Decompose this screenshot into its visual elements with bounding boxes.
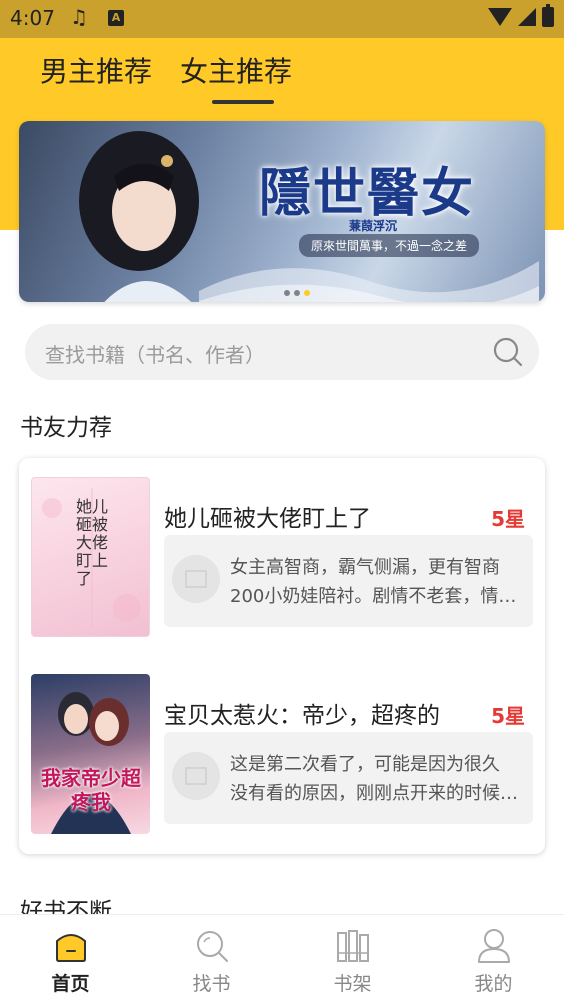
book-review: 女主高智商，霸气侧漏，更有智商 200小奶娃陪衬。剧情不老套，情… <box>164 535 533 627</box>
tab-label: 男主推荐 <box>40 55 153 88</box>
bookshelf-icon <box>336 930 369 962</box>
nav-label: 首页 <box>51 973 90 995</box>
wifi-icon <box>488 8 512 26</box>
search-icon[interactable] <box>493 337 523 367</box>
banner-tagline: 原來世間萬事，不過一念之差 <box>299 234 480 257</box>
cover-title: 她儿砸被大佬盯上了 <box>76 497 109 588</box>
carousel-dot[interactable] <box>284 290 290 296</box>
search-icon <box>196 931 228 962</box>
banner-title: 隱世醫女 <box>259 163 476 224</box>
banner-carousel[interactable]: 隱世醫女 蒹葭浮沉 原來世間萬事，不過一念之差 <box>19 121 545 302</box>
book-title: 她儿砸被大佬盯上了 <box>164 506 371 532</box>
nav-home[interactable]: 首页 <box>0 915 141 1002</box>
tab-label: 女主推荐 <box>180 55 293 88</box>
book-item[interactable]: 她儿砸被大佬盯上了 她儿砸被大佬盯上了 5星 女主高智商，霸气侧漏，更有智商 2… <box>31 477 533 637</box>
status-indicators <box>488 4 554 27</box>
nav-label: 找书 <box>192 973 231 995</box>
review-line: 这是第二次看了，可能是因为很久 <box>230 754 500 775</box>
cover-title: 我家帝少超疼我 <box>41 766 141 814</box>
book-rating: 5星 <box>491 507 525 531</box>
carousel-dot[interactable] <box>294 290 300 296</box>
banner-author: 蒹葭浮沉 <box>349 219 398 233</box>
recommend-card: 她儿砸被大佬盯上了 她儿砸被大佬盯上了 5星 女主高智商，霸气侧漏，更有智商 2… <box>19 458 545 854</box>
battery-icon <box>542 4 554 27</box>
reviewer-avatar-icon <box>172 752 220 800</box>
nav-label: 书架 <box>333 973 372 995</box>
signal-icon <box>518 8 536 26</box>
search-input[interactable]: 查找书籍（书名、作者） <box>25 324 539 380</box>
review-line: 200小奶娃陪衬。剧情不老套，情… <box>230 586 517 607</box>
review-text: 女主高智商，霸气侧漏，更有智商 200小奶娃陪衬。剧情不老套，情… <box>230 553 522 611</box>
status-time: 4:07 <box>10 6 55 30</box>
tab-female-recommend[interactable]: 女主推荐 <box>180 50 292 104</box>
bottom-nav: 首页 找书 书架 我的 <box>0 914 564 1002</box>
home-icon <box>55 934 86 962</box>
music-note-icon: ♫ <box>70 5 88 29</box>
status-bar: 4:07 ♫ A <box>0 0 564 38</box>
carousel-dot-active[interactable] <box>304 290 310 296</box>
book-review: 这是第二次看了，可能是因为很久 没有看的原因，刚刚点开来的时候… <box>164 732 533 824</box>
nav-bookshelf[interactable]: 书架 <box>282 915 423 1002</box>
nav-profile[interactable]: 我的 <box>423 915 564 1002</box>
book-cover: 我家帝少超疼我 <box>31 674 150 834</box>
app-root: 4:07 ♫ A 男主推荐 女主推荐 隱世醫女 蒹葭浮沉 原來世間萬事，不過一念… <box>0 0 564 1002</box>
carousel-indicator <box>284 290 310 296</box>
book-rating: 5星 <box>491 704 525 728</box>
profile-icon <box>477 929 510 963</box>
recommend-tabs: 男主推荐 女主推荐 <box>40 50 292 104</box>
search-placeholder: 查找书籍（书名、作者） <box>45 343 265 367</box>
nav-label: 我的 <box>474 973 513 995</box>
notification-icon: A <box>108 10 124 26</box>
review-text: 这是第二次看了，可能是因为很久 没有看的原因，刚刚点开来的时候… <box>230 750 522 808</box>
book-cover: 她儿砸被大佬盯上了 <box>31 477 150 637</box>
section-title-recommend: 书友力荐 <box>20 415 112 441</box>
tab-active-indicator <box>212 100 275 104</box>
review-line: 女主高智商，霸气侧漏，更有智商 <box>230 557 500 578</box>
reviewer-avatar-icon <box>172 555 220 603</box>
tab-male-recommend[interactable]: 男主推荐 <box>40 50 152 104</box>
book-title: 宝贝太惹火：帝少，超疼的 <box>164 703 440 729</box>
book-item[interactable]: 我家帝少超疼我 宝贝太惹火：帝少，超疼的 5星 这是第二次看了，可能是因为很久 … <box>31 674 533 834</box>
nav-find-books[interactable]: 找书 <box>141 915 282 1002</box>
review-line: 没有看的原因，刚刚点开来的时候… <box>230 783 518 804</box>
